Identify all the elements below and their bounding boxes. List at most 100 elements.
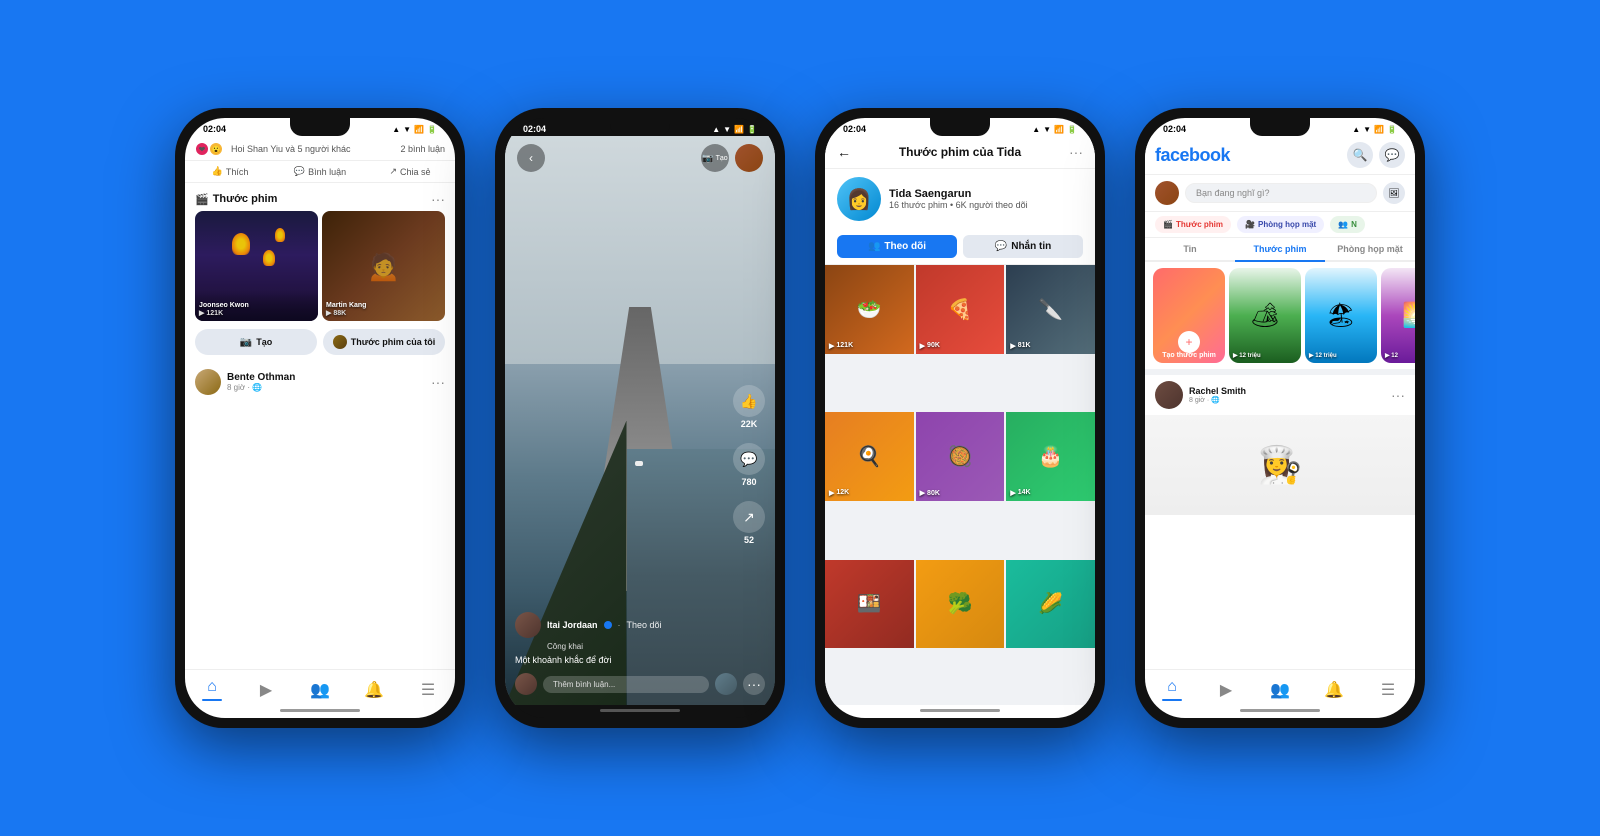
reel-1-views: ▶ 121K [199,309,314,317]
reel-thumb-1[interactable]: Joonseo Kwon ▶ 121K [195,211,318,321]
notch-4 [1250,118,1310,136]
profile-buttons: 👥 Theo dõi 💬 Nhắn tin [825,229,1095,265]
nav-friends-4[interactable]: 👥 [1253,676,1307,703]
back-arrow[interactable]: ← [837,144,851,160]
phone-3-time: 02:04 [843,124,866,134]
comment-row: Thêm bình luận... ··· [515,673,765,695]
follow-button[interactable]: Theo dõi [627,620,662,630]
message-button[interactable]: 💬 Nhắn tin [963,235,1083,258]
nav-menu-4[interactable]: ☰ [1361,676,1415,703]
create-button[interactable]: 📷 Tạo [701,144,729,172]
comment-label: Bình luận [308,167,346,177]
fb-header-icons: 🔍 💬 [1347,142,1405,168]
reel-thumb-2[interactable]: 🙍 Martin Kang ▶ 88K [322,211,445,321]
verified-icon [604,621,612,629]
nav-bell-4[interactable]: 🔔 [1307,676,1361,703]
phone-4-time: 02:04 [1163,124,1186,134]
thinking-avatar [1155,181,1179,205]
share-icon: ↗ [733,501,765,533]
phone-3-content: ← Thước phim của Tida ··· 👩 Tida Saengar… [825,136,1095,705]
like-action[interactable]: 👍 22K [733,385,765,429]
follow-label: Theo dõi [884,241,926,252]
like-count: 22K [741,419,758,429]
post-more-btn[interactable]: ··· [1391,387,1405,403]
phone-4: 02:04 ▲ ▼ 📶 🔋 facebook 🔍 💬 Bạn đa [1135,108,1425,728]
profile-info: 👩 Tida Saengarun 16 thước phim • 6K ngườ… [825,169,1095,229]
menu-icon-4: ☰ [1381,680,1395,700]
grid-video-1[interactable]: 🥗 ▶ 121K [825,265,914,354]
phone-2-status-bar: 02:04 ▲ ▼ 📶 🔋 [505,118,775,136]
profile-more-button[interactable]: ··· [1069,144,1083,160]
tab-tin[interactable]: Tin [1145,238,1235,260]
grid-video-4[interactable]: 🍳 ▶ 12K [825,412,914,501]
comment-button[interactable]: 💬 Bình luận [275,161,365,182]
reels-more-button[interactable]: ··· [431,191,445,207]
tab-rooms[interactable]: Phòng họp mặt [1325,238,1415,260]
reel-feed-2-bg: 🏖 [1305,268,1377,363]
tab-reels[interactable]: Thước phim [1235,238,1325,260]
comment-input[interactable]: Thêm bình luận... [543,676,709,693]
profile-avatar: 👩 [837,177,881,221]
reels-chip[interactable]: 🎬 Thước phim [1155,216,1231,233]
grid-video-9[interactable]: 🌽 [1006,560,1095,649]
user-avatar[interactable] [735,144,763,172]
feed-post-image: 👩‍🍳 [1145,415,1415,515]
post-author: Bente Othman 8 giờ · 🌐 ··· [185,363,455,401]
follow-button[interactable]: 👥 Theo dõi [837,235,957,258]
reels-label: Thước phim [213,193,278,205]
nav-video[interactable]: ▶ [239,676,293,703]
grid-video-7[interactable]: 🍱 [825,560,914,649]
post-more-button[interactable]: ··· [431,374,445,390]
share-action[interactable]: ↗ 52 [733,501,765,545]
reel-feed-card-1[interactable]: 🏕 ▶ 12 triệu [1229,268,1301,363]
back-button[interactable]: ‹ [517,144,545,172]
reels-grid: Joonseo Kwon ▶ 121K 🙍 Martin Kang [185,211,455,321]
share-button[interactable]: ↗ Chia sẻ [365,161,455,182]
more-button[interactable]: ··· [743,673,765,695]
video-icon-4: ▶ [1220,680,1232,700]
share-count: 52 [744,535,754,545]
grid-video-5[interactable]: 🥘 ▶ 80K [916,412,1005,501]
phone-1-time: 02:04 [203,124,226,134]
nav-bell[interactable]: 🔔 [347,676,401,703]
video-grid: 🥗 ▶ 121K 🍕 ▶ 90K 🔪 ▶ [825,265,1095,705]
create-reel-button[interactable]: 📷 Tạo [195,329,317,355]
nav-home[interactable]: ⌂ [185,676,239,703]
nav-menu[interactable]: ☰ [401,676,455,703]
search-button[interactable]: 🔍 [1347,142,1373,168]
car [635,461,643,466]
my-reels-button[interactable]: Thước phim của tôi [323,329,445,355]
thinking-cam-button[interactable]: 🖼 [1383,182,1405,204]
reel-1-name: Joonseo Kwon [199,302,314,309]
grid-video-8[interactable]: 🥦 [916,560,1005,649]
phone-3-status-bar: 02:04 ▲ ▼ 📶 🔋 [825,118,1095,136]
nav-home-4[interactable]: ⌂ [1145,676,1199,703]
status-icons-3: ▲ ▼ 📶 🔋 [1032,125,1077,134]
reel-feed-card-3[interactable]: 🌅 ▶ 12 [1381,268,1415,363]
thinking-input[interactable]: Bạn đang nghĩ gì? [1185,183,1377,203]
nav-friends[interactable]: 👥 [293,676,347,703]
grid-video-6[interactable]: 🎂 ▶ 14K [1006,412,1095,501]
create-reel-card[interactable]: + Tạo thước phim [1153,268,1225,363]
nav-video-4[interactable]: ▶ [1199,676,1253,703]
reel-feed-card-2[interactable]: 🏖 ▶ 12 triệu [1305,268,1377,363]
caption: Một khoảnh khắc để đời [515,655,725,665]
notch [290,118,350,136]
like-button[interactable]: 👍 Thích [185,161,275,182]
reactions-text: Hoi Shan Yiu và 5 người khác [231,144,351,154]
phone-3: 02:04 ▲ ▼ 📶 🔋 ← Thước phim của Tida ··· … [815,108,1105,728]
grid-video-2[interactable]: 🍕 ▶ 90K [916,265,1005,354]
phone-4-status-bar: 02:04 ▲ ▼ 📶 🔋 [1145,118,1415,136]
rooms-chip[interactable]: 🎥 Phòng họp mặt [1237,216,1324,233]
profile-stats: 16 thước phim • 6K người theo dõi [889,200,1028,210]
comment-action[interactable]: 💬 780 [733,443,765,487]
messenger-button[interactable]: 💬 [1379,142,1405,168]
n-chip[interactable]: 👥 N [1330,216,1365,233]
grid-video-3[interactable]: 🔪 ▶ 81K [1006,265,1095,354]
comment-icon: 💬 [733,443,765,475]
create-reel-row: 📷 Tạo Thước phim của tôi [185,321,455,363]
phone-1-content: ❤ 😮 Hoi Shan Yiu và 5 người khác 2 bình … [185,136,455,669]
grid-views-2: ▶ 90K [920,342,940,350]
reel-2-info: Martin Kang ▶ 88K [326,302,441,317]
top-right: 📷 Tạo [701,144,763,172]
